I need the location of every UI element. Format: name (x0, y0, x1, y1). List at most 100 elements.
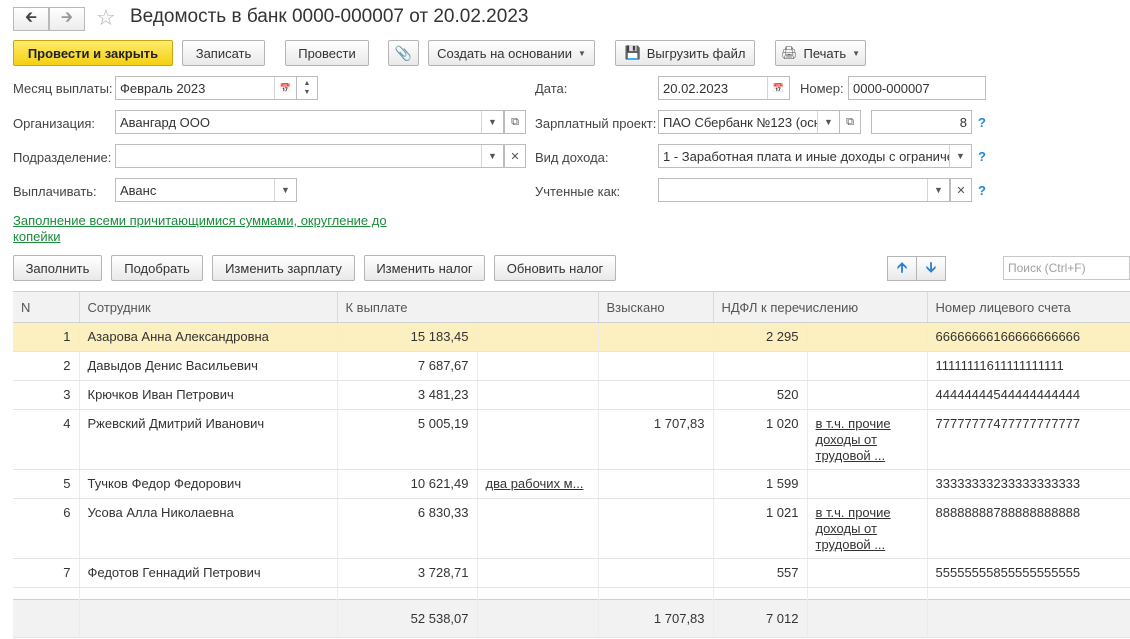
post-button[interactable]: Провести (285, 40, 369, 66)
cell-employee[interactable]: Усова Алла Николаевна (79, 498, 338, 559)
col-header[interactable]: N (13, 291, 80, 323)
cell-pay[interactable]: 15 183,45 (337, 322, 478, 352)
cell-pay-note[interactable] (477, 351, 599, 381)
number-field[interactable]: 0000-000007 (848, 76, 986, 100)
table-row[interactable]: 7 Федотов Геннадий Петрович 3 728,71 557 555… (13, 558, 1130, 588)
cell-account[interactable]: 88888888788888888888 (927, 498, 1130, 559)
calendar-icon[interactable]: 📅 (274, 77, 296, 99)
fill-mode-link[interactable]: Заполнение всеми причитающимися суммами,… (13, 213, 413, 245)
cell-ndfl[interactable]: 557 (713, 558, 808, 588)
table-row[interactable]: 3 Крючков Иван Петрович 3 481,23 520 4444444… (13, 380, 1130, 410)
cell-n[interactable]: 2 (13, 351, 80, 381)
cell-withheld[interactable] (598, 351, 714, 381)
month-field[interactable]: Февраль 2023 📅 (115, 76, 297, 100)
cell-ndfl-note[interactable] (807, 351, 928, 381)
cell-pay-note[interactable] (477, 380, 599, 410)
col-header[interactable]: НДФЛ к перечислению (713, 291, 928, 323)
change-tax-button[interactable]: Изменить налог (364, 255, 485, 281)
pay-note-link[interactable]: два рабочих м... (486, 476, 584, 491)
move-down-button[interactable]: 🡫 (916, 256, 946, 281)
step-down-icon[interactable]: ▼ (304, 88, 311, 97)
cell-pay[interactable]: 7 687,67 (337, 351, 478, 381)
col-header[interactable]: Номер лицевого счета (927, 291, 1130, 323)
cell-ndfl-note[interactable] (807, 322, 928, 352)
forward-button[interactable]: 🡲 (49, 7, 85, 31)
cell-withheld[interactable]: 1 707,83 (598, 409, 714, 470)
cell-ndfl[interactable] (713, 351, 808, 381)
attach-button[interactable]: 📎 (388, 40, 419, 66)
cell-employee[interactable]: Азарова Анна Александровна (79, 322, 338, 352)
star-icon[interactable]: ☆ (96, 5, 116, 31)
cell-pay[interactable]: 5 005,19 (337, 409, 478, 470)
cell-ndfl[interactable]: 520 (713, 380, 808, 410)
calendar-icon[interactable]: 📅 (767, 77, 789, 99)
cell-withheld[interactable] (598, 469, 714, 499)
export-file-button[interactable]: 💾 Выгрузить файл (615, 40, 755, 66)
cell-withheld[interactable] (598, 380, 714, 410)
refresh-tax-button[interactable]: Обновить налог (494, 255, 616, 281)
print-button[interactable]: 🖨 Печать ▼ (775, 40, 866, 66)
cell-ndfl-note[interactable]: в т.ч. прочие доходы от трудовой ... (807, 498, 928, 559)
cell-n[interactable]: 7 (13, 558, 80, 588)
cell-account[interactable]: 55555555855555555555 (927, 558, 1130, 588)
col-header[interactable]: Сотрудник (79, 291, 338, 323)
col-header[interactable]: Взыскано (598, 291, 714, 323)
dept-field[interactable]: ▼ (115, 144, 504, 168)
cell-ndfl[interactable]: 1 599 (713, 469, 808, 499)
back-button[interactable]: 🡰 (13, 7, 49, 31)
cell-n[interactable]: 1 (13, 322, 80, 352)
cell-ndfl[interactable]: 1 021 (713, 498, 808, 559)
chevron-down-icon[interactable]: ▼ (481, 111, 503, 133)
project-count-field[interactable]: 8 (871, 110, 972, 134)
cell-account[interactable]: 11111111611111111111 (927, 351, 1130, 381)
cell-n[interactable]: 6 (13, 498, 80, 559)
chevron-down-icon[interactable]: ▼ (817, 111, 839, 133)
chevron-down-icon[interactable]: ▼ (927, 179, 949, 201)
move-up-button[interactable]: 🡩 (887, 256, 917, 281)
cell-pay[interactable]: 6 830,33 (337, 498, 478, 559)
cell-ndfl-note[interactable] (807, 469, 928, 499)
table-row[interactable]: 4 Ржевский Дмитрий Иванович 5 005,19 1 707,… (13, 409, 1130, 470)
dept-clear-button[interactable]: ✕ (504, 144, 526, 168)
cell-employee[interactable]: Давыдов Денис Васильевич (79, 351, 338, 381)
cell-ndfl[interactable]: 1 020 (713, 409, 808, 470)
cell-pay-note[interactable] (477, 322, 599, 352)
cell-pay-note[interactable] (477, 558, 599, 588)
chevron-down-icon[interactable]: ▼ (481, 145, 503, 167)
cell-employee[interactable]: Ржевский Дмитрий Иванович (79, 409, 338, 470)
counted-field[interactable]: ▼ (658, 178, 950, 202)
chevron-down-icon[interactable]: ▼ (949, 145, 971, 167)
col-header[interactable]: К выплате (337, 291, 599, 323)
month-stepper[interactable]: ▲ ▼ (296, 76, 318, 100)
income-type-field[interactable]: 1 - Заработная плата и иные доходы с огр… (658, 144, 972, 168)
cell-withheld[interactable] (598, 558, 714, 588)
cell-account[interactable]: 44444444544444444444 (927, 380, 1130, 410)
table-row[interactable]: 2 Давыдов Денис Васильевич 7 687,67 1111111… (13, 351, 1130, 381)
project-open-button[interactable]: ⧉ (839, 110, 861, 134)
table-row[interactable]: 5 Тучков Федор Федорович 10 621,49 два рабо… (13, 469, 1130, 499)
cell-pay-note[interactable] (477, 409, 599, 470)
cell-pay-note[interactable]: два рабочих м... (477, 469, 599, 499)
cell-account[interactable]: 33333333233333333333 (927, 469, 1130, 499)
cell-n[interactable]: 5 (13, 469, 80, 499)
table-row[interactable]: 6 Усова Алла Николаевна 6 830,33 1 021 в т.ч… (13, 498, 1130, 559)
cell-ndfl-note[interactable]: в т.ч. прочие доходы от трудовой ... (807, 409, 928, 470)
create-based-button[interactable]: Создать на основании ▼ (428, 40, 595, 66)
cell-n[interactable]: 3 (13, 380, 80, 410)
counted-clear-button[interactable]: ✕ (950, 178, 972, 202)
date-field[interactable]: 20.02.2023 📅 (658, 76, 790, 100)
save-button[interactable]: Записать (182, 40, 265, 66)
ndfl-note-link[interactable]: в т.ч. прочие доходы от трудовой ... (816, 416, 891, 463)
select-button[interactable]: Подобрать (111, 255, 203, 281)
cell-withheld[interactable] (598, 322, 714, 352)
cell-pay-note[interactable] (477, 498, 599, 559)
cell-withheld[interactable] (598, 498, 714, 559)
cell-ndfl[interactable]: 2 295 (713, 322, 808, 352)
help-icon[interactable]: ? (978, 149, 986, 164)
cell-employee[interactable]: Тучков Федор Федорович (79, 469, 338, 499)
step-up-icon[interactable]: ▲ (304, 79, 311, 88)
cell-employee[interactable]: Федотов Геннадий Петрович (79, 558, 338, 588)
cell-account[interactable]: 77777777477777777777 (927, 409, 1130, 470)
post-close-button[interactable]: Провести и закрыть (13, 40, 173, 66)
cell-ndfl-note[interactable] (807, 558, 928, 588)
